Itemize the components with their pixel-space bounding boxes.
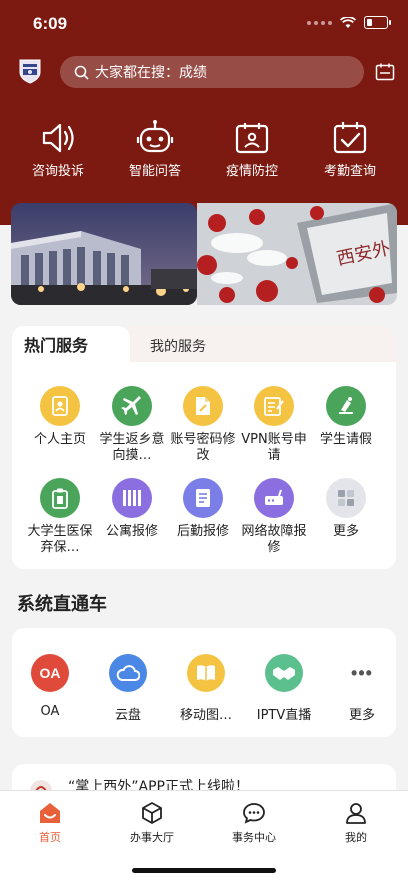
signal-icon [307, 20, 332, 25]
calendar-check-icon [333, 122, 367, 154]
tab-label: 办事大厅 [130, 831, 174, 844]
service-label: 个人主页 [33, 432, 86, 447]
service-tabs: 热门服务 我的服务 [12, 326, 396, 362]
section-title: 系统直通车 [17, 594, 107, 615]
quick-action-label: 咨询投诉 [31, 164, 84, 179]
service-item-password[interactable]: 账号密码修改 [168, 386, 238, 464]
search-bar[interactable]: 大家都在搜：成绩 [60, 56, 364, 88]
battery-icon [364, 16, 391, 29]
calendar-icon[interactable] [375, 62, 395, 82]
leave-icon [339, 397, 353, 414]
cube-icon [142, 802, 162, 824]
system-label: 移动图… [179, 708, 232, 723]
status-time: 6:09 [33, 14, 68, 33]
tab-mine[interactable]: 我的 [316, 799, 396, 845]
home-indicator[interactable] [132, 868, 276, 873]
service-item-profile[interactable]: 个人主页 [25, 386, 95, 448]
tab-home[interactable]: 首页 [10, 799, 90, 845]
system-item-mobile-library[interactable]: 移动图… [171, 654, 241, 723]
document-edit-icon [196, 397, 210, 415]
id-card-icon [235, 123, 269, 154]
quick-action-qa[interactable]: 智能问答 [106, 118, 204, 179]
more-dots-icon: ••• [343, 654, 381, 692]
service-label: 大学生医保弃保… [27, 524, 93, 555]
service-item-medical[interactable]: 大学生医保弃保… [25, 478, 95, 556]
service-item-leave[interactable]: 学生请假 [311, 386, 381, 448]
tab-label: 首页 [39, 831, 61, 844]
user-icon [346, 803, 366, 824]
system-label: IPTV直播 [256, 708, 312, 723]
quick-action-attendance[interactable]: 考勤查询 [301, 118, 399, 179]
quick-action-epidemic[interactable]: 疫情防控 [203, 118, 301, 179]
service-label: 学生返乡意向摸… [99, 432, 165, 463]
tab-label: 我的 [345, 831, 367, 844]
banner-snow-berries[interactable]: 西安外 [197, 203, 397, 305]
service-item-more[interactable]: 更多 [311, 478, 381, 540]
system-label: 云盘 [114, 708, 141, 723]
clipboard-icon [52, 488, 68, 509]
tab-hot-services[interactable]: 热门服务 [12, 326, 130, 362]
system-item-more[interactable]: ••• 更多 [327, 654, 397, 723]
book-icon [197, 665, 215, 681]
service-item-logistics-repair[interactable]: 后勤报修 [168, 478, 238, 540]
service-label: 公寓报修 [105, 524, 158, 539]
service-label: 网络故障报修 [241, 524, 307, 555]
tab-label: 事务中心 [232, 831, 276, 844]
system-item-iptv[interactable]: IPTV直播 [249, 654, 319, 723]
tab-affairs-center[interactable]: 事务中心 [214, 799, 294, 845]
campus-night-image [11, 203, 197, 305]
cloud-icon [116, 665, 140, 681]
service-item-network-repair[interactable]: 网络故障报修 [239, 478, 309, 556]
wifi-icon [340, 16, 356, 28]
service-item-apartment-repair[interactable]: 公寓报修 [97, 478, 167, 540]
banner-campus-night[interactable] [11, 203, 197, 305]
system-label: 更多 [348, 708, 375, 723]
quick-action-label: 疫情防控 [225, 164, 278, 179]
tab-service-hall[interactable]: 办事大厅 [112, 799, 192, 845]
profile-icon [52, 396, 68, 416]
system-item-cloud-disk[interactable]: 云盘 [93, 654, 163, 723]
apartment-icon [123, 490, 141, 506]
snow-berries-image: 西安外 [197, 203, 397, 305]
service-label: 更多 [332, 524, 359, 539]
repair-form-icon [196, 489, 210, 507]
service-item-vpn[interactable]: VPN账号申请 [239, 386, 309, 464]
oa-icon: OA [31, 654, 69, 692]
service-label: VPN账号申请 [241, 432, 307, 463]
handshake-icon [273, 667, 295, 680]
search-placeholder: 大家都在搜：成绩 [95, 65, 207, 81]
quick-action-label: 考勤查询 [323, 164, 376, 179]
school-logo-icon[interactable] [18, 58, 42, 84]
speaker-icon [42, 123, 74, 153]
tab-my-services[interactable]: 我的服务 [150, 336, 206, 356]
service-item-return-home[interactable]: 学生返乡意向摸… [97, 386, 167, 464]
status-icons [307, 16, 391, 29]
home-icon [40, 803, 60, 823]
quick-action-label: 智能问答 [128, 164, 181, 179]
system-label: OA [40, 704, 60, 719]
robot-icon [136, 120, 174, 153]
chat-bubble-icon [243, 803, 265, 824]
system-item-oa[interactable]: OA OA [15, 654, 85, 719]
service-label: 后勤报修 [176, 524, 229, 539]
service-label: 学生请假 [319, 432, 372, 447]
quick-action-complaint[interactable]: 咨询投诉 [9, 118, 107, 179]
service-label: 账号密码修改 [170, 432, 236, 463]
grid-more-icon [338, 490, 354, 506]
form-icon [264, 397, 284, 416]
airplane-icon [121, 396, 141, 415]
status-bar: 6:09 [0, 0, 408, 46]
search-icon [74, 65, 89, 80]
router-icon [265, 489, 283, 505]
